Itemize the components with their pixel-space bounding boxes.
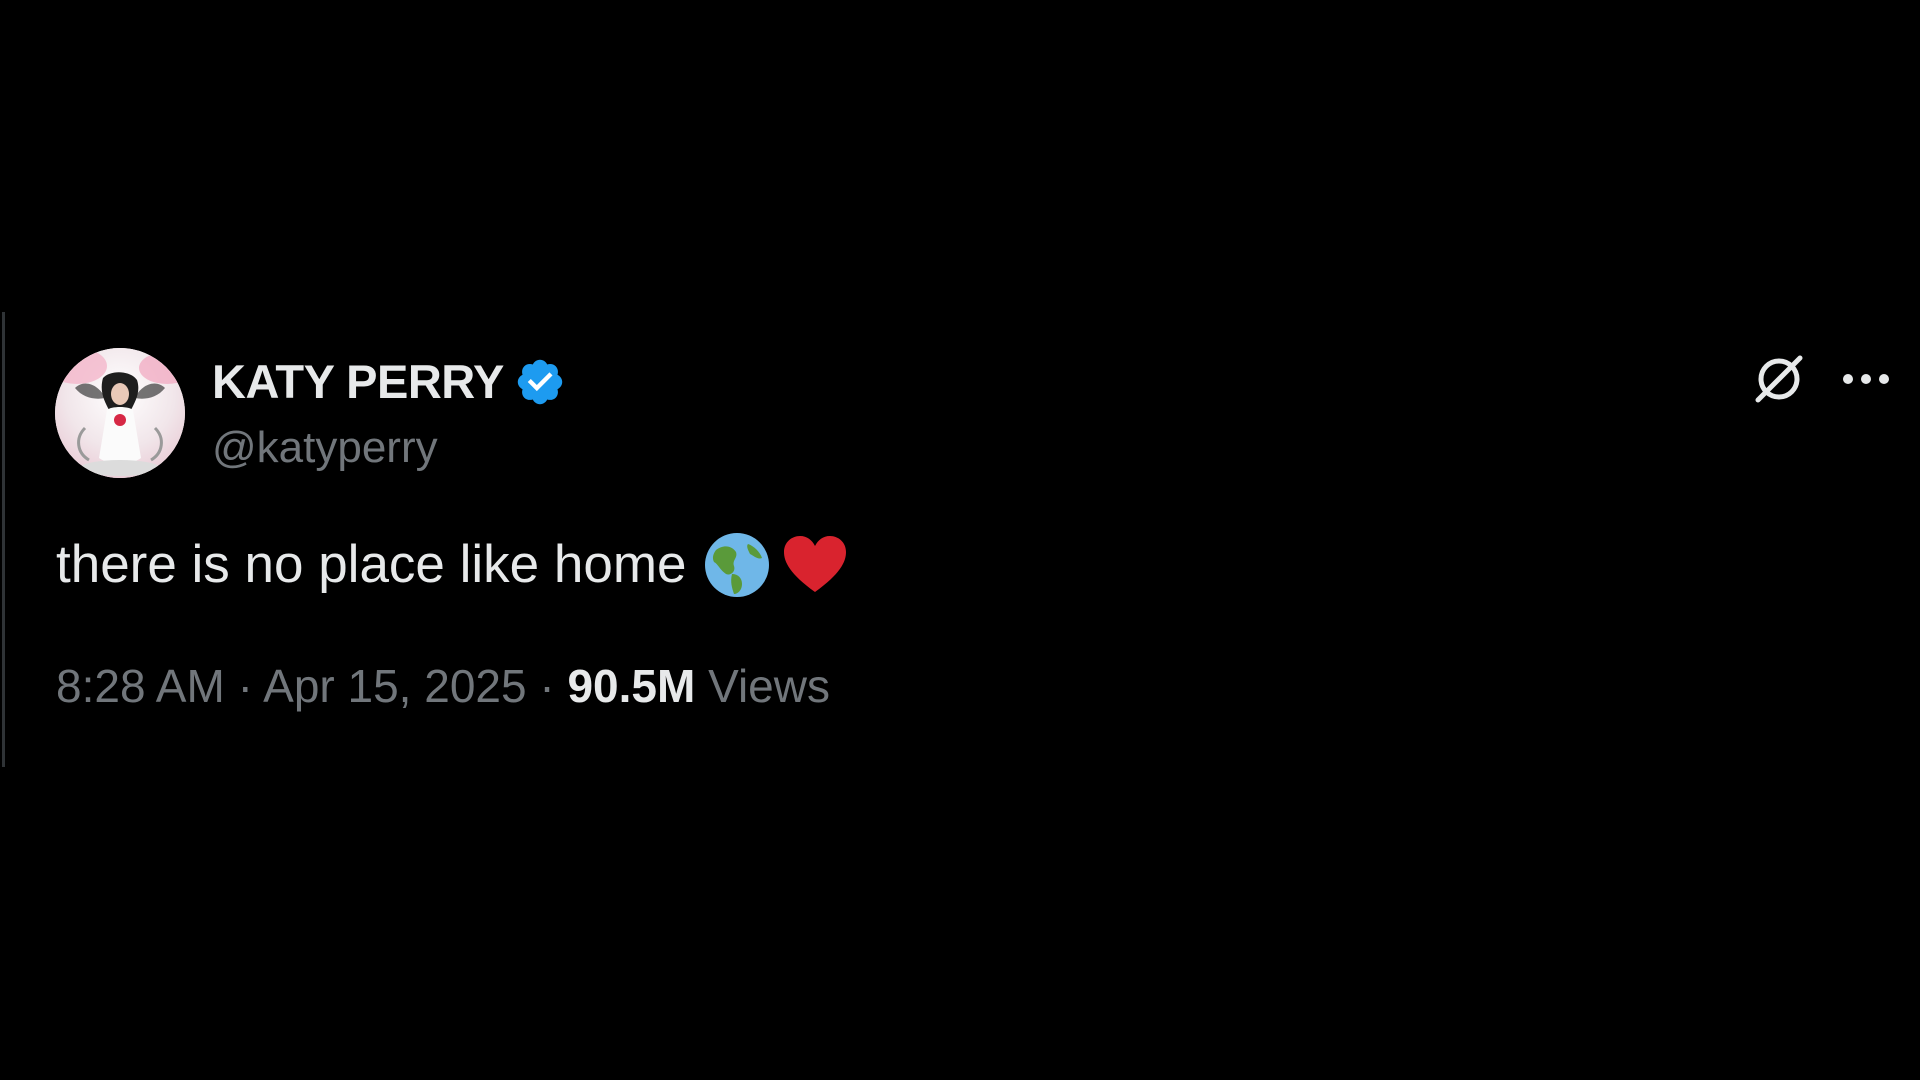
avatar-image — [55, 348, 185, 478]
tweet-body: there is no place like home — [56, 535, 687, 594]
red-heart-icon — [780, 530, 850, 600]
meta-separator: · — [237, 660, 253, 712]
display-name[interactable]: KATY PERRY — [212, 352, 504, 412]
tweet-text: there is no place like home — [56, 530, 850, 600]
grok-icon[interactable] — [1748, 348, 1810, 410]
globe-americas-icon — [702, 530, 772, 600]
tweet: KATY PERRY @katyperry there is no place … — [0, 312, 1920, 767]
author-name-row: KATY PERRY — [212, 352, 566, 412]
meta-separator-2: · — [539, 660, 555, 712]
views-count: 90.5M — [567, 660, 696, 712]
tweet-date[interactable]: Apr 15, 2025 — [263, 660, 526, 712]
author-handle[interactable]: @katyperry — [212, 420, 438, 476]
more-icon[interactable] — [1838, 356, 1894, 402]
tweet-time[interactable]: 8:28 AM — [56, 660, 225, 712]
tweet-meta: 8:28 AM · Apr 15, 2025 · 90.5M Views — [56, 656, 830, 716]
verified-badge-icon[interactable] — [514, 356, 566, 408]
page: KATY PERRY @katyperry there is no place … — [0, 0, 1920, 1080]
views-label: Views — [708, 660, 830, 712]
avatar[interactable] — [55, 348, 185, 478]
thread-divider — [2, 312, 5, 767]
